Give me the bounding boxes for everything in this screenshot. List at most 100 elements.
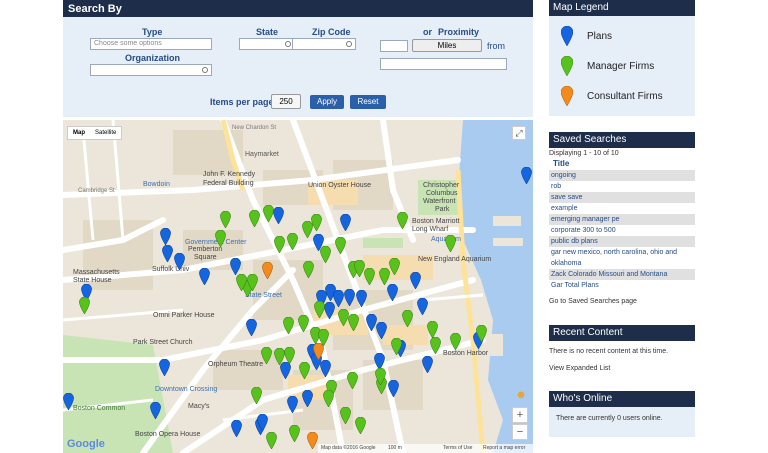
- saved-row[interactable]: example: [549, 203, 695, 214]
- saved-row[interactable]: rob: [549, 181, 695, 192]
- saved-row[interactable]: ongoing: [549, 170, 695, 181]
- manager-pin[interactable]: [444, 235, 456, 252]
- manager-pin[interactable]: [282, 317, 294, 334]
- manager-pin[interactable]: [475, 325, 487, 342]
- view-expanded-list-link[interactable]: View Expanded List: [549, 365, 610, 372]
- fullscreen-icon[interactable]: ⤢: [512, 126, 526, 140]
- consultant-pin[interactable]: [306, 432, 318, 449]
- manager-pin[interactable]: [401, 310, 413, 327]
- manager-pin[interactable]: [363, 268, 375, 285]
- saved-row[interactable]: emerging manager pe: [549, 214, 695, 225]
- zoom-out-button[interactable]: −: [512, 424, 528, 440]
- plan-pin[interactable]: [375, 322, 387, 339]
- saved-title-column[interactable]: Title: [549, 157, 695, 170]
- manager-pin[interactable]: [78, 297, 90, 314]
- saved-row[interactable]: oklahoma: [549, 258, 695, 269]
- report-error-link[interactable]: Report a map error: [483, 445, 525, 451]
- plan-pin[interactable]: [421, 356, 433, 373]
- manager-pin[interactable]: [388, 258, 400, 275]
- plan-pin[interactable]: [387, 380, 399, 397]
- plan-pin[interactable]: [319, 360, 331, 377]
- plan-pin[interactable]: [159, 228, 171, 245]
- plan-pin[interactable]: [63, 393, 74, 410]
- plan-pin[interactable]: [409, 272, 421, 289]
- proximity-units-select[interactable]: Miles: [412, 39, 482, 52]
- plan-pin[interactable]: [301, 390, 313, 407]
- plan-pin[interactable]: [355, 290, 367, 307]
- manager-pin[interactable]: [273, 236, 285, 253]
- manager-pin[interactable]: [298, 362, 310, 379]
- manager-pin[interactable]: [288, 425, 300, 442]
- manager-pin[interactable]: [346, 372, 358, 389]
- manager-pin[interactable]: [347, 314, 359, 331]
- plan-pin[interactable]: [229, 258, 241, 275]
- saved-row[interactable]: corporate 300 to 500: [549, 225, 695, 236]
- plan-pin[interactable]: [158, 359, 170, 376]
- saved-row[interactable]: save save: [549, 192, 695, 203]
- manager-pin[interactable]: [426, 321, 438, 338]
- manager-pin[interactable]: [339, 407, 351, 424]
- manager-pin[interactable]: [334, 237, 346, 254]
- items-per-page-select[interactable]: 250: [271, 94, 301, 109]
- saved-row[interactable]: public db plans: [549, 236, 695, 247]
- plan-pin[interactable]: [161, 245, 173, 262]
- manager-pin[interactable]: [273, 348, 285, 365]
- manager-pin[interactable]: [260, 347, 272, 364]
- plan-pin[interactable]: [286, 396, 298, 413]
- manager-pin[interactable]: [265, 432, 277, 449]
- zoom-in-button[interactable]: +: [512, 407, 528, 423]
- type-select[interactable]: Choose some options: [90, 38, 212, 50]
- manager-pin[interactable]: [286, 233, 298, 250]
- from-location-field[interactable]: [380, 58, 507, 70]
- pegman-icon[interactable]: ☻: [514, 388, 528, 404]
- manager-pin[interactable]: [250, 387, 262, 404]
- plan-pin[interactable]: [520, 167, 532, 184]
- plan-pin[interactable]: [230, 420, 242, 437]
- manager-pin[interactable]: [248, 210, 260, 227]
- map[interactable]: Map Satellite ⤢ Haymarket John F. Kenned…: [63, 120, 533, 453]
- plan-pin[interactable]: [339, 214, 351, 231]
- plan-pin[interactable]: [416, 298, 428, 315]
- organization-field[interactable]: [90, 64, 212, 76]
- saved-row[interactable]: Zack Colorado Missouri and Montana: [549, 269, 695, 280]
- manager-pin[interactable]: [429, 337, 441, 354]
- manager-pin[interactable]: [214, 230, 226, 247]
- plan-pin[interactable]: [198, 268, 210, 285]
- manager-pin[interactable]: [396, 212, 408, 229]
- plan-pin[interactable]: [343, 289, 355, 306]
- consultant-pin[interactable]: [312, 343, 324, 360]
- manager-pin[interactable]: [310, 214, 322, 231]
- manager-pin[interactable]: [235, 274, 247, 291]
- manager-pin[interactable]: [297, 315, 309, 332]
- map-type-satellite-button[interactable]: Satellite: [90, 127, 121, 139]
- go-saved-searches-link[interactable]: Go to Saved Searches page: [549, 298, 637, 305]
- manager-pin[interactable]: [390, 338, 402, 355]
- saved-row[interactable]: gar new mexico, north carolina, ohio and: [549, 247, 695, 258]
- reset-button[interactable]: Reset: [350, 95, 386, 109]
- saved-row[interactable]: Gar Total Plans: [549, 280, 695, 291]
- manager-pin[interactable]: [322, 390, 334, 407]
- plan-pin[interactable]: [173, 253, 185, 270]
- terms-link[interactable]: Terms of Use: [443, 445, 472, 451]
- plan-pin[interactable]: [272, 207, 284, 224]
- plan-pin[interactable]: [245, 319, 257, 336]
- manager-pin[interactable]: [219, 211, 231, 228]
- manager-pin[interactable]: [319, 246, 331, 263]
- plan-pin[interactable]: [256, 414, 268, 431]
- state-select[interactable]: [239, 38, 295, 50]
- manager-pin[interactable]: [262, 205, 274, 222]
- plan-pin[interactable]: [149, 402, 161, 419]
- zip-field[interactable]: [292, 38, 356, 50]
- consultant-pin[interactable]: [261, 262, 273, 279]
- proximity-distance-field[interactable]: [380, 40, 408, 52]
- manager-pin[interactable]: [449, 333, 461, 350]
- manager-pin[interactable]: [283, 347, 295, 364]
- manager-pin[interactable]: [302, 261, 314, 278]
- plan-pin[interactable]: [323, 302, 335, 319]
- manager-pin[interactable]: [374, 368, 386, 385]
- manager-pin[interactable]: [354, 417, 366, 434]
- manager-pin[interactable]: [246, 274, 258, 291]
- map-type-map-button[interactable]: Map: [68, 127, 90, 139]
- plan-pin[interactable]: [386, 284, 398, 301]
- manager-pin[interactable]: [313, 301, 325, 318]
